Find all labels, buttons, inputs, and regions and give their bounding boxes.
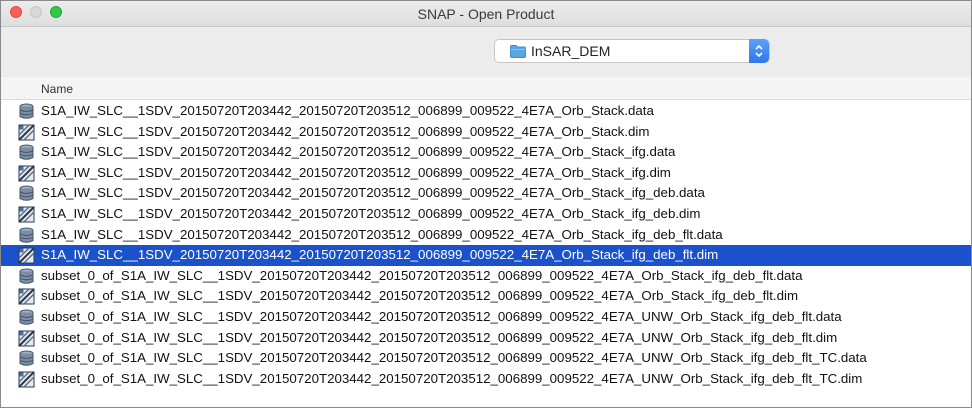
file-name: S1A_IW_SLC__1SDV_20150720T203442_2015072… [41,123,650,139]
file-name: subset_0_of_S1A_IW_SLC__1SDV_20150720T20… [41,370,863,386]
file-name: S1A_IW_SLC__1SDV_20150720T203442_2015072… [41,185,705,201]
file-row[interactable]: subset_0_of_S1A_IW_SLC__1SDV_20150720T20… [1,307,971,328]
product-icon [18,165,35,182]
file-row[interactable]: subset_0_of_S1A_IW_SLC__1SDV_20150720T20… [1,266,971,287]
file-row[interactable]: S1A_IW_SLC__1SDV_20150720T203442_2015072… [1,122,971,143]
product-icon [18,329,35,347]
location-stepper[interactable] [749,39,769,63]
product-icon [18,206,35,223]
open-product-dialog: SNAP - Open Product InSAR_DEM Name S1A_I… [0,0,972,408]
file-name: subset_0_of_S1A_IW_SLC__1SDV_20150720T20… [41,350,867,366]
file-name: subset_0_of_S1A_IW_SLC__1SDV_20150720T20… [41,288,799,304]
chevron-up-down-icon [755,44,763,58]
database-icon [18,185,35,202]
file-list[interactable]: Name S1A_IW_SLC__1SDV_20150720T203442_20… [1,77,971,407]
file-name: S1A_IW_SLC__1SDV_20150720T203442_2015072… [41,164,671,180]
file-row[interactable]: S1A_IW_SLC__1SDV_20150720T203442_2015072… [1,245,971,266]
file-name: S1A_IW_SLC__1SDV_20150720T203442_2015072… [41,144,676,160]
folder-icon [510,45,526,63]
column-header-name[interactable]: Name [1,77,971,100]
file-row[interactable]: S1A_IW_SLC__1SDV_20150720T203442_2015072… [1,183,971,204]
database-icon [18,309,35,326]
database-icon [18,103,35,120]
database-icon [18,350,35,367]
window-title: SNAP - Open Product [417,6,555,22]
database-icon [18,227,35,244]
file-name: S1A_IW_SLC__1SDV_20150720T203442_2015072… [41,205,701,221]
product-icon [18,123,35,141]
file-row[interactable]: S1A_IW_SLC__1SDV_20150720T203442_2015072… [1,204,971,225]
file-row[interactable]: S1A_IW_SLC__1SDV_20150720T203442_2015072… [1,225,971,246]
file-row[interactable]: subset_0_of_S1A_IW_SLC__1SDV_20150720T20… [1,328,971,349]
location-label: InSAR_DEM [531,43,611,59]
location-popup[interactable]: InSAR_DEM [494,39,770,63]
file-rows: S1A_IW_SLC__1SDV_20150720T203442_2015072… [1,101,971,389]
file-row[interactable]: S1A_IW_SLC__1SDV_20150720T203442_2015072… [1,163,971,184]
file-name: subset_0_of_S1A_IW_SLC__1SDV_20150720T20… [41,267,803,283]
file-row[interactable]: subset_0_of_S1A_IW_SLC__1SDV_20150720T20… [1,348,971,369]
file-name: subset_0_of_S1A_IW_SLC__1SDV_20150720T20… [41,329,838,345]
file-name: S1A_IW_SLC__1SDV_20150720T203442_2015072… [41,247,719,263]
database-icon [18,268,35,285]
title-bar[interactable]: SNAP - Open Product [1,1,971,27]
file-row[interactable]: S1A_IW_SLC__1SDV_20150720T203442_2015072… [1,142,971,163]
product-icon [18,371,35,388]
file-row[interactable]: S1A_IW_SLC__1SDV_20150720T203442_2015072… [1,101,971,122]
toolbar: InSAR_DEM [1,27,971,77]
file-name: S1A_IW_SLC__1SDV_20150720T203442_2015072… [41,226,723,242]
column-header-label: Name [41,82,74,96]
file-name: S1A_IW_SLC__1SDV_20150720T203442_2015072… [41,103,654,118]
file-name: subset_0_of_S1A_IW_SLC__1SDV_20150720T20… [41,308,842,324]
database-icon [18,144,35,161]
file-row[interactable]: subset_0_of_S1A_IW_SLC__1SDV_20150720T20… [1,286,971,307]
file-row[interactable]: subset_0_of_S1A_IW_SLC__1SDV_20150720T20… [1,369,971,390]
product-icon [18,288,35,306]
product-icon [18,247,35,264]
